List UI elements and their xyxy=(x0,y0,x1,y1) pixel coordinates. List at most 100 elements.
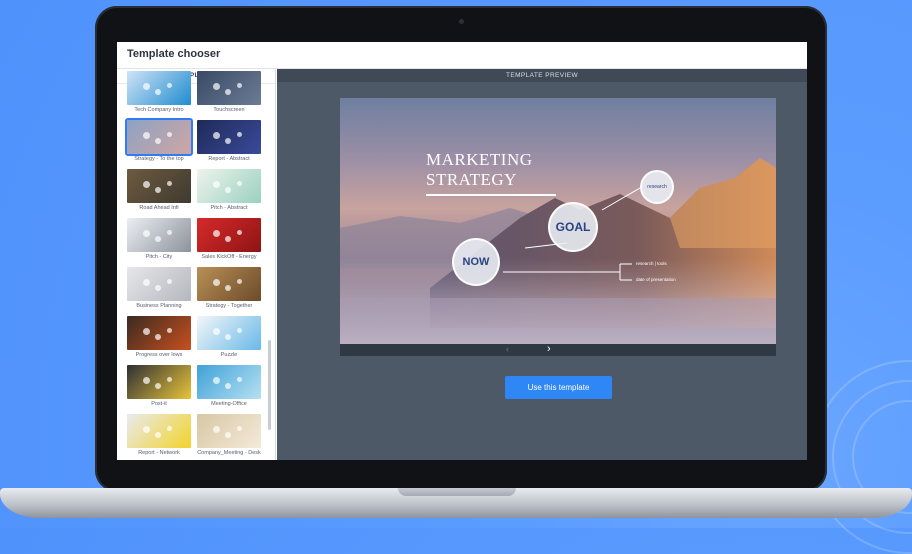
thumbnail-shape xyxy=(167,279,172,284)
template-thumbnail[interactable] xyxy=(197,169,261,203)
template-thumbnail[interactable] xyxy=(197,267,261,301)
template-thumbnail[interactable] xyxy=(127,267,191,301)
thumbnail-shape xyxy=(237,279,242,284)
template-tile[interactable]: Strategy - Together xyxy=(197,267,261,310)
template-tile[interactable]: Progress over lows xyxy=(127,316,191,359)
template-tile[interactable]: Sales KickOff - Energy xyxy=(197,218,261,261)
template-tile[interactable]: Puzzle xyxy=(197,316,261,359)
template-thumbnail[interactable] xyxy=(197,316,261,350)
camera-icon xyxy=(459,19,464,24)
thumbnail-shape xyxy=(167,181,172,186)
template-thumbnail[interactable] xyxy=(127,316,191,350)
thumbnail-shape xyxy=(225,432,231,438)
template-thumbnail[interactable] xyxy=(197,120,261,154)
thumbnail-shape xyxy=(213,377,220,384)
chevron-left-icon[interactable]: ‹ xyxy=(506,344,509,354)
template-label: Road Ahead Infi xyxy=(139,205,179,211)
template-tile[interactable]: Tech Company Intro xyxy=(127,71,191,114)
thumbnail-shape xyxy=(213,279,220,286)
laptop-notch xyxy=(398,488,516,496)
preview-header: TEMPLATE PREVIEW xyxy=(277,69,807,82)
template-thumbnail[interactable] xyxy=(127,71,191,105)
template-tile[interactable]: Report - Network xyxy=(127,414,191,457)
thumbnail-shape xyxy=(213,426,220,433)
thumbnail-shape xyxy=(167,377,172,382)
template-label: Pitch - City xyxy=(145,254,173,260)
template-tile[interactable]: Company_Meeting - Desk xyxy=(197,414,261,457)
thumbnail-shape xyxy=(167,426,172,431)
thumbnail-shape xyxy=(237,426,242,431)
thumbnail-shape xyxy=(213,132,220,139)
thumbnail-shape xyxy=(237,83,242,88)
thumbnail-shape xyxy=(225,383,231,389)
template-label: Post-it xyxy=(151,401,167,407)
template-label: Strategy - Together xyxy=(205,303,253,309)
thumbnail-shape xyxy=(143,377,150,384)
scrollbar-thumb[interactable] xyxy=(268,340,271,430)
template-thumbnail[interactable] xyxy=(127,365,191,399)
thumbnail-shape xyxy=(237,377,242,382)
template-thumbnail[interactable] xyxy=(197,218,261,252)
thumbnail-shape xyxy=(155,383,161,389)
template-thumbnail[interactable] xyxy=(197,414,261,448)
template-thumbnail[interactable] xyxy=(127,414,191,448)
thumbnail-shape xyxy=(155,138,161,144)
thumbnail-shape xyxy=(155,432,161,438)
thumbnail-shape xyxy=(143,230,150,237)
thumbnail-shape xyxy=(237,230,242,235)
branch-text-2: date of presentation xyxy=(636,277,676,282)
template-thumbnail[interactable] xyxy=(197,365,261,399)
thumbnail-shape xyxy=(143,426,150,433)
thumbnail-shape xyxy=(213,83,220,90)
sidebar-scrollbar[interactable] xyxy=(267,85,271,460)
template-tile[interactable]: Business Planning xyxy=(127,267,191,310)
template-tile[interactable]: Pitch - Abstract xyxy=(197,169,261,212)
template-label: Progress over lows xyxy=(135,352,183,358)
thumbnail-shape xyxy=(155,236,161,242)
slide-title: MARKETING STRATEGY xyxy=(426,150,533,190)
template-thumbnail[interactable] xyxy=(127,218,191,252)
slide-title-line1: MARKETING xyxy=(426,150,533,169)
goal-label: GOAL xyxy=(555,220,591,234)
thumbnail-shape xyxy=(143,328,150,335)
thumbnail-shape xyxy=(155,334,161,340)
template-thumbnail[interactable] xyxy=(197,71,261,105)
thumbnail-shape xyxy=(213,328,220,335)
template-preview-pane: TEMPLATE PREVIEW MARKETING STRATEGY NOW … xyxy=(277,69,807,460)
thumbnail-shape xyxy=(225,138,231,144)
thumbnail-shape xyxy=(237,132,242,137)
chevron-right-icon[interactable]: › xyxy=(547,343,551,355)
template-thumbnail[interactable] xyxy=(125,118,193,156)
small-bubble-label: research xyxy=(647,184,667,190)
template-label: Sales KickOff - Energy xyxy=(201,254,257,260)
small-bubble: research xyxy=(640,170,674,204)
templates-sidebar[interactable]: TEMPLATES Tech Company Intro Touchscreen S… xyxy=(117,69,276,460)
thumbnail-shape xyxy=(213,230,220,237)
template-tile[interactable]: Road Ahead Infi xyxy=(127,169,191,212)
thumbnail-shape xyxy=(225,187,231,193)
template-label: Strategy - To the top xyxy=(134,156,184,162)
titlebar: Template chooser xyxy=(117,42,807,69)
template-label: Company_Meeting - Desk xyxy=(197,450,261,456)
thumbnail-shape xyxy=(167,132,172,137)
thumbnail-shape xyxy=(237,328,242,333)
use-template-button[interactable]: Use this template xyxy=(505,376,612,399)
template-tile[interactable]: Touchscreen xyxy=(197,71,261,114)
thumbnail-shape xyxy=(143,83,150,90)
thumbnail-shape xyxy=(155,187,161,193)
window-title: Template chooser xyxy=(127,48,221,60)
template-tile[interactable]: Meeting-Office xyxy=(197,365,261,408)
thumbnail-shape xyxy=(167,83,172,88)
template-tile[interactable]: Post-it xyxy=(127,365,191,408)
slide-navigation-bar: ‹ › xyxy=(340,343,776,356)
title-underline xyxy=(426,194,556,196)
template-thumbnail[interactable] xyxy=(127,169,191,203)
template-label: Touchscreen xyxy=(213,107,245,113)
branch-text-1: research | tools xyxy=(636,261,667,266)
template-tile[interactable]: Strategy - To the top xyxy=(125,118,193,163)
thumbnail-shape xyxy=(225,236,231,242)
template-tile[interactable]: Pitch - City xyxy=(127,218,191,261)
thumbnail-shape xyxy=(167,230,172,235)
template-tile[interactable]: Report - Abstract xyxy=(197,120,261,163)
template-label: Meeting-Office xyxy=(211,401,247,407)
